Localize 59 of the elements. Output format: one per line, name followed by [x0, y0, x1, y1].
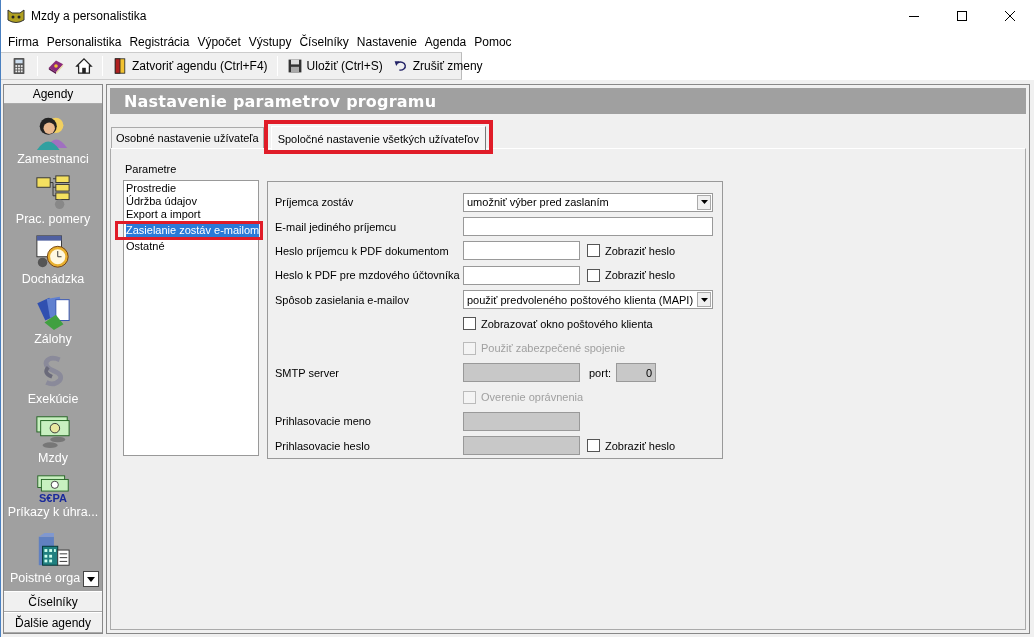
maximize-icon [957, 11, 967, 21]
menu-item[interactable]: Personalistika [42, 35, 126, 49]
tab[interactable]: Osobné nastavenie užívateľa [111, 127, 264, 148]
checkbox-label: Zobraziť heslo [605, 244, 676, 257]
menu-item[interactable]: Nastavenie [352, 35, 421, 49]
input-field[interactable] [463, 241, 580, 261]
list-item[interactable]: Export a import [126, 208, 256, 221]
field-label: Príjemca zostáv [275, 196, 355, 209]
checkbox[interactable] [587, 244, 600, 258]
field-label: SMTP server [275, 366, 340, 379]
undo-icon [392, 58, 409, 74]
toolbar-button[interactable]: Zrušiť zmeny [387, 56, 488, 76]
scroll-down-button[interactable] [83, 571, 99, 587]
minimize-icon [909, 15, 919, 17]
checkbox-label: Overenie oprávnenia [481, 391, 584, 404]
window-title: Mzdy a personalistika [31, 9, 147, 23]
checkbox[interactable] [587, 268, 600, 282]
checkbox-label: Zobraziť heslo [605, 269, 676, 282]
org-chart-icon [35, 173, 71, 210]
page-header: Nastavenie parametrov programu [110, 88, 1026, 114]
list-item[interactable]: Údržba údajov [126, 195, 256, 208]
field-label: E-mail jediného príjemcu [275, 220, 398, 233]
input-field[interactable] [463, 265, 580, 285]
list-label: Parametre [125, 163, 178, 175]
dropdown[interactable]: použiť predvoleného poštového klienta (MAPI) [463, 290, 713, 310]
menu-item[interactable]: Firma [4, 35, 43, 49]
close-icon [1005, 11, 1015, 21]
menu-item[interactable]: Výpočet [193, 35, 245, 49]
home-icon [75, 57, 93, 75]
toolbar-button[interactable]: Uložiť (Ctrl+S) [281, 56, 388, 76]
list-item[interactable]: Zasielanie zostáv e-mailom [126, 224, 260, 237]
toolbar-button[interactable]: Zatvoriť agendu (Ctrl+F4) [107, 56, 273, 76]
menu-item[interactable]: Číselníky [295, 35, 353, 49]
checkbox[interactable] [463, 317, 476, 331]
checkbox-label: Použiť zabezpečené spojenie [481, 342, 626, 355]
menu-item[interactable]: Agenda [420, 35, 471, 49]
app-logo-icon [7, 8, 25, 24]
checkbox-label: Zobrazovať okno poštového klienta [481, 317, 653, 330]
list-item[interactable]: Prostredie [126, 182, 256, 195]
field-label: Spôsob zasielania e-mailov [275, 293, 410, 306]
checkbox-label: Zobraziť heslo [605, 439, 676, 452]
menu-item[interactable]: Pomoc [470, 35, 516, 49]
tab[interactable]: Spoločné nastavenie všetkých užívateľov [270, 126, 486, 150]
menu-item[interactable]: Výstupy [244, 35, 296, 49]
panel-header-button[interactable]: Ďalšie agendy [4, 612, 102, 633]
field-label: Heslo príjemcu k PDF dokumentom [275, 244, 450, 257]
menu-item[interactable]: Registrácia [125, 35, 194, 49]
banknotes-coins-icon [35, 413, 71, 450]
field-label: Prihlasovacie heslo [275, 439, 371, 452]
dropdown[interactable]: umožniť výber pred zaslaním [463, 192, 713, 212]
list-item[interactable]: Ostatné [126, 240, 256, 253]
caret-down-icon [87, 576, 95, 582]
door-icon [112, 58, 128, 74]
field-label: Prihlasovacie meno [275, 415, 372, 428]
field-label: Heslo k PDF pre mzdového účtovníka [275, 269, 461, 282]
field-label: port: [589, 366, 611, 379]
calendar-clock-icon [35, 233, 71, 270]
input-field[interactable] [463, 217, 713, 237]
panel-header-button[interactable]: Číselníky [4, 591, 102, 612]
